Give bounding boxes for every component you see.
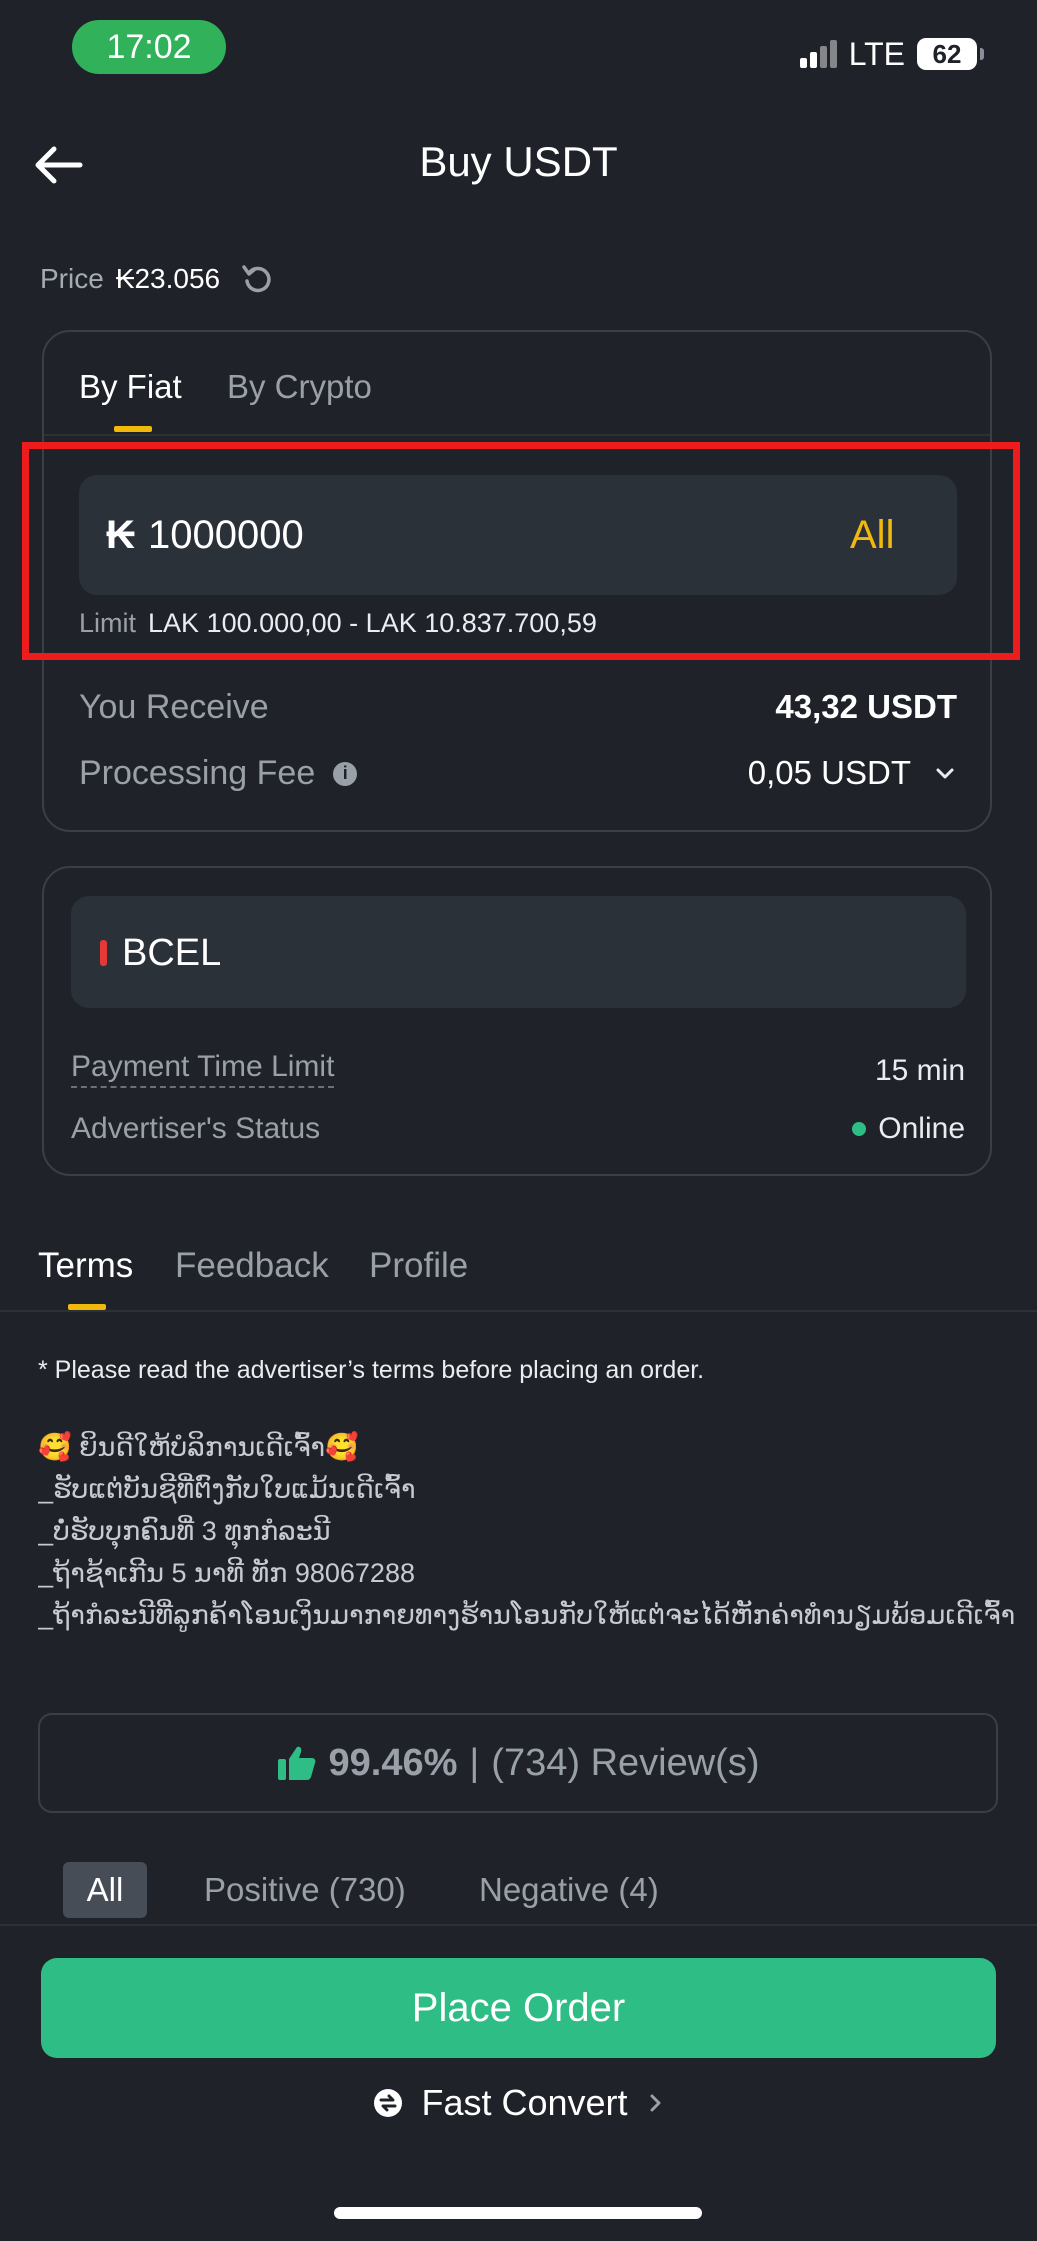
filter-positive[interactable]: Positive (730) bbox=[204, 1862, 406, 1918]
advertiser-status-value: Online bbox=[878, 1112, 965, 1145]
fee-label-row: Processing Fee i bbox=[79, 754, 358, 793]
payment-time-limit-label[interactable]: Payment Time Limit bbox=[71, 1050, 335, 1088]
terms-note: * Please read the advertiser’s terms bef… bbox=[38, 1356, 705, 1384]
tab-indicator bbox=[114, 426, 152, 432]
receive-value: 43,32 USDT bbox=[775, 688, 957, 725]
highlight-box bbox=[22, 442, 1020, 660]
terms-line: _ບໍ່ຮັບບຸກຄົນທີ່ 3 ທຸກກໍລະນີ bbox=[38, 1516, 331, 1546]
info-icon[interactable]: i bbox=[333, 761, 358, 786]
terms-text: 🥰 ຍິນດີໃຫ້ບໍລິການເດີເຈົ້າ🥰 _ຮັບແຕ່ບັນຊີທ… bbox=[38, 1426, 1018, 1636]
status-indicators: LTE 62 bbox=[799, 34, 984, 74]
tab-terms[interactable]: Terms bbox=[38, 1246, 133, 1286]
price-row: Price ₭23.056 bbox=[40, 262, 274, 296]
filter-all[interactable]: All bbox=[63, 1862, 147, 1918]
bank-name: BCEL bbox=[122, 932, 222, 974]
review-summary: 99.46% | (734) Review(s) bbox=[38, 1713, 998, 1813]
refresh-icon[interactable] bbox=[240, 262, 274, 296]
status-time: 17:02 bbox=[72, 20, 226, 74]
fast-convert-link[interactable]: Fast Convert bbox=[0, 2082, 1037, 2124]
terms-line: _ຖ້າກໍລະນີທີ່ລູກຄ້າໂອນເງິນມາກາຍທາງຮ້ານໂອ… bbox=[38, 1600, 1016, 1630]
terms-line: _ຖ້າຊ້າເກີນ 5 ນາທີ ທັກ 98067288 bbox=[38, 1558, 415, 1588]
bank-color-marker bbox=[100, 940, 107, 966]
convert-icon bbox=[374, 2089, 403, 2117]
fee-dropdown[interactable]: 0,05 USDT bbox=[748, 754, 957, 792]
tab-by-fiat[interactable]: By Fiat bbox=[79, 368, 182, 406]
chevron-down-icon bbox=[936, 768, 954, 779]
tab-divider bbox=[44, 434, 990, 436]
price-value: ₭23.056 bbox=[115, 263, 221, 294]
signal-icon bbox=[799, 40, 837, 68]
price-label: Price bbox=[40, 263, 104, 294]
tab-profile[interactable]: Profile bbox=[369, 1246, 468, 1286]
advertiser-status: Online bbox=[852, 1112, 965, 1146]
terms-line: 🥰 ຍິນດີໃຫ້ບໍລິການເດີເຈົ້າ🥰 bbox=[38, 1432, 359, 1462]
fee-value: 0,05 USDT bbox=[747, 754, 911, 791]
place-order-button[interactable]: Place Order bbox=[41, 1958, 996, 2058]
page-title: Buy USDT bbox=[419, 138, 618, 185]
positive-rate: 99.46% bbox=[328, 1741, 458, 1784]
home-indicator bbox=[334, 2207, 702, 2219]
bottom-divider bbox=[0, 1924, 1037, 1926]
terms-line: _ຮັບແຕ່ບັນຊີທີ່ຕົງກັບໃບແມ້ນເດີເຈົ້າ bbox=[38, 1474, 416, 1504]
advertiser-status-label: Advertiser's Status bbox=[71, 1112, 321, 1145]
tab-divider bbox=[0, 1310, 1037, 1312]
filter-negative[interactable]: Negative (4) bbox=[479, 1862, 659, 1918]
tab-by-crypto[interactable]: By Crypto bbox=[227, 368, 372, 406]
online-dot-icon bbox=[852, 1122, 867, 1136]
fee-label: Processing Fee bbox=[79, 754, 316, 792]
battery-icon: 62 bbox=[917, 38, 984, 70]
network-type: LTE bbox=[848, 35, 905, 72]
receive-label: You Receive bbox=[79, 688, 269, 726]
tab-feedback[interactable]: Feedback bbox=[175, 1246, 329, 1286]
review-separator: | bbox=[469, 1741, 480, 1784]
payment-time-limit-value: 15 min bbox=[874, 1054, 965, 1087]
thumbs-up-icon bbox=[277, 1746, 315, 1780]
review-count: (734) Review(s) bbox=[491, 1741, 760, 1784]
fast-convert-label: Fast Convert bbox=[421, 2082, 628, 2123]
chevron-right-icon bbox=[650, 2094, 661, 2112]
